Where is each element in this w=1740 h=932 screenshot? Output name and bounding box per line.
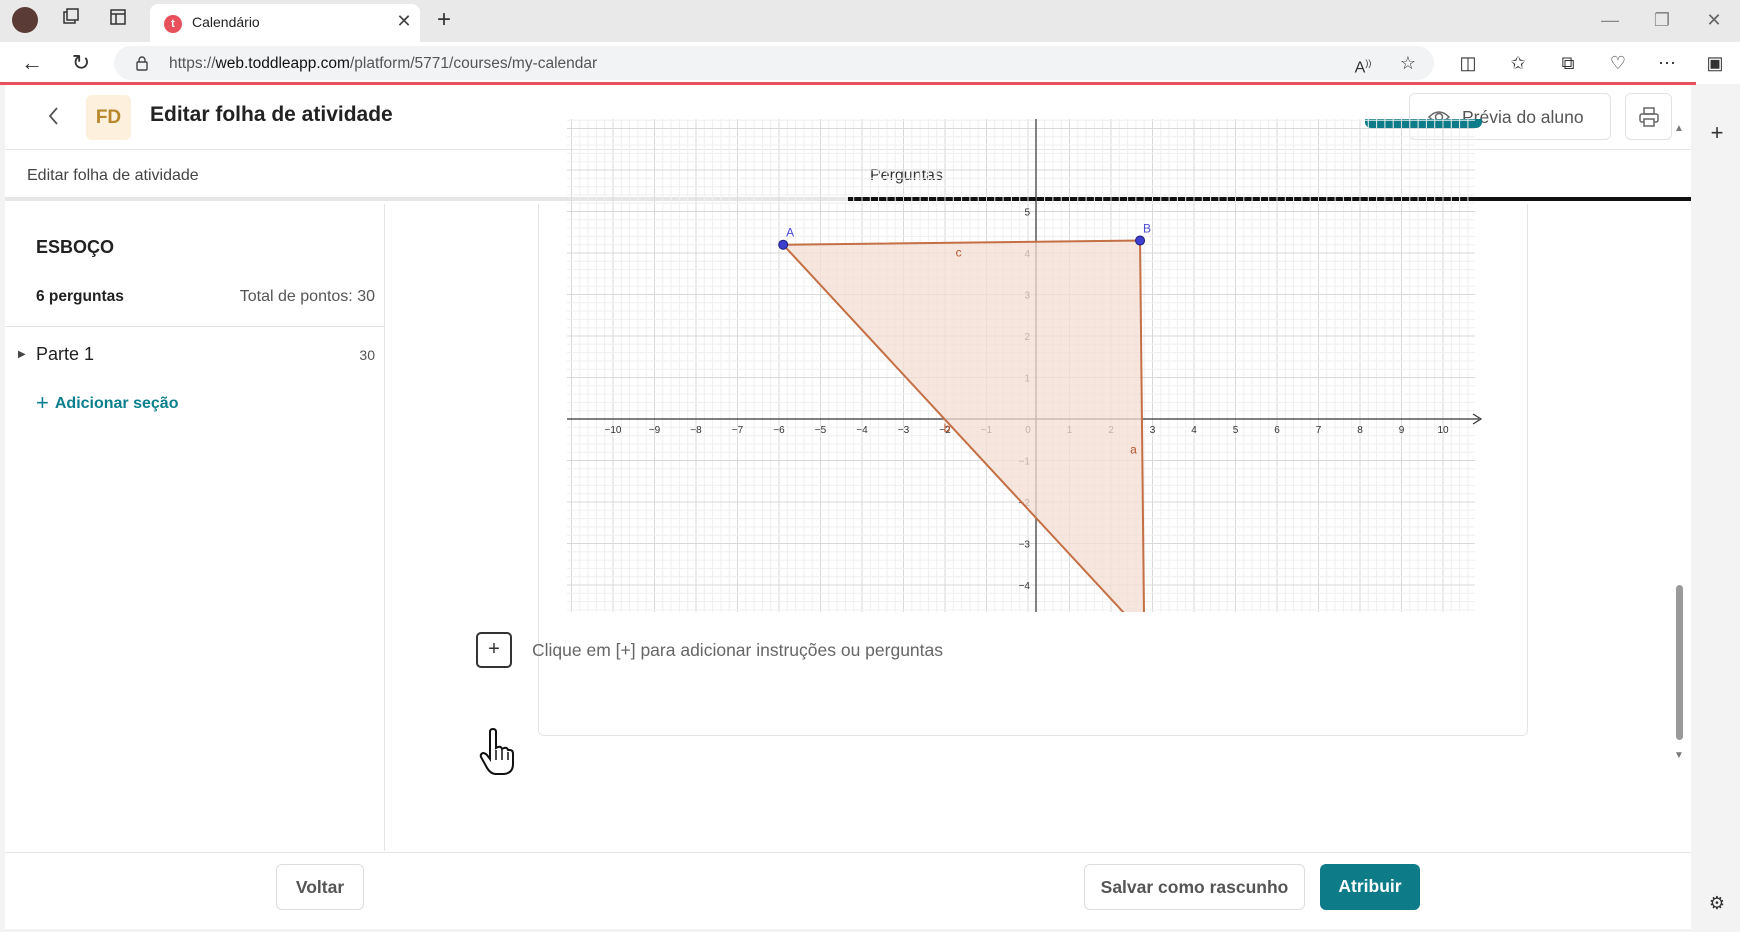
scroll-up-arrow-icon[interactable]: ▲ [1674, 123, 1684, 134]
x-tick-label: −5 [815, 425, 827, 436]
vertex-point [1135, 235, 1146, 246]
editor-footer: Voltar Salvar como rascunho Atribuir [5, 852, 1691, 929]
tab-actions-icon[interactable] [104, 7, 132, 33]
x-tick-label: −6 [773, 425, 785, 436]
x-tick-label: −8 [690, 425, 702, 436]
restore-icon[interactable]: ❐ [1648, 7, 1676, 33]
print-button[interactable] [1625, 93, 1672, 140]
browser-essentials-icon[interactable]: ♡ [1604, 50, 1632, 76]
vertex-label: B [1143, 222, 1151, 236]
outline-heading: ESBOÇO [36, 237, 115, 257]
x-tick-label: 5 [1233, 425, 1239, 436]
close-tab-icon[interactable]: ✕ [394, 11, 414, 31]
sidebar-settings-icon[interactable]: ⚙ [1703, 890, 1731, 916]
x-tick-label: 10 [1437, 425, 1449, 436]
sidebar-divider [5, 326, 385, 327]
tab-title: Calendário [192, 14, 260, 30]
y-tick-label: 5 [1024, 208, 1030, 219]
x-tick-label: 8 [1357, 425, 1363, 436]
x-tick-label: −7 [732, 425, 744, 436]
more-menu-icon[interactable]: ⋯ [1653, 50, 1681, 76]
assign-button[interactable]: Atribuir [1320, 864, 1420, 910]
minimize-icon[interactable]: — [1596, 7, 1624, 33]
x-tick-label: 4 [1191, 425, 1197, 436]
x-tick-label: 3 [1150, 425, 1156, 436]
add-sidebar-app-icon[interactable]: + [1703, 120, 1731, 146]
vertex-point [778, 239, 789, 250]
tab-favicon: t [164, 15, 182, 33]
x-tick-label: −9 [649, 425, 661, 436]
x-tick-label: −10 [605, 425, 622, 436]
expand-caret-icon[interactable]: ▶ [18, 349, 26, 360]
x-tick-label: 6 [1274, 425, 1280, 436]
scroll-down-arrow-icon[interactable]: ▼ [1674, 750, 1684, 761]
browser-sidebar: + ⚙ [1694, 84, 1740, 932]
save-draft-button[interactable]: Salvar como rascunho [1084, 864, 1305, 910]
section-item-label[interactable]: Parte 1 [36, 344, 94, 365]
page-title: Editar folha de atividade [150, 103, 393, 126]
tab-edit-activity-sheet[interactable]: Editar folha de atividade [27, 167, 199, 185]
section-item-points: 30 [359, 347, 375, 363]
add-section-label: Adicionar seção [54, 395, 179, 412]
new-tab-icon[interactable]: + [430, 7, 458, 33]
coordinate-graph: −10−9−8−7−6−5−4−3−2−101234567891054321−1… [567, 119, 1483, 612]
refresh-icon[interactable]: ↻ [67, 50, 95, 76]
browser-nav-bar: ← ↻ https://web.toddleapp.com/platform/5… [0, 42, 1740, 84]
x-tick-label: 7 [1316, 425, 1322, 436]
read-aloud-icon[interactable]: A)) [1349, 50, 1377, 76]
y-tick-label: −3 [1019, 540, 1031, 551]
hand-cursor-icon [478, 727, 518, 781]
sidebar-toggle-icon[interactable]: ▣ [1701, 50, 1729, 76]
course-avatar: FD [86, 95, 131, 140]
back-chevron-icon[interactable] [47, 105, 61, 132]
favorite-star-icon[interactable]: ☆ [1394, 50, 1422, 76]
x-tick-label: −3 [898, 425, 910, 436]
vertex-label: A [786, 226, 794, 240]
plus-icon: + [36, 390, 49, 415]
browser-title-bar: t Calendário ✕ + — ❐ ✕ [0, 0, 1740, 42]
total-points: Total de pontos: 30 [239, 288, 375, 305]
side-label: a [1130, 443, 1137, 457]
outline-sidebar: ESBOÇO 6 perguntas Total de pontos: 30 ▶… [5, 204, 385, 851]
side-label: b [944, 421, 951, 435]
collections-icon[interactable]: ⧉ [1554, 50, 1582, 76]
split-screen-icon[interactable]: ◫ [1454, 50, 1482, 76]
workspaces-icon[interactable] [57, 7, 85, 33]
x-tick-label: −4 [856, 425, 868, 436]
add-section-button[interactable]: + Adicionar seção [36, 390, 178, 416]
browser-tab[interactable]: t Calendário ✕ [150, 4, 420, 42]
x-tick-label: 9 [1399, 425, 1405, 436]
address-bar[interactable]: https://web.toddleapp.com/platform/5771/… [114, 46, 1434, 80]
close-window-icon[interactable]: ✕ [1700, 7, 1728, 33]
lock-icon[interactable] [134, 55, 150, 76]
side-label: c [956, 246, 962, 260]
favorites-icon[interactable]: ✩ [1504, 50, 1532, 76]
y-tick-label: −4 [1019, 581, 1031, 592]
scrollbar-thumb[interactable] [1676, 585, 1683, 740]
add-content-hint: Clique em [+] para adicionar instruções … [532, 640, 944, 660]
profile-avatar[interactable] [12, 7, 38, 33]
add-content-button[interactable]: + [476, 632, 512, 668]
printer-icon [1638, 106, 1660, 133]
back-button[interactable]: Voltar [276, 864, 364, 910]
question-count: 6 perguntas [36, 288, 124, 305]
url-text[interactable]: https://web.toddleapp.com/platform/5771/… [169, 55, 597, 73]
back-icon[interactable]: ← [18, 50, 46, 76]
